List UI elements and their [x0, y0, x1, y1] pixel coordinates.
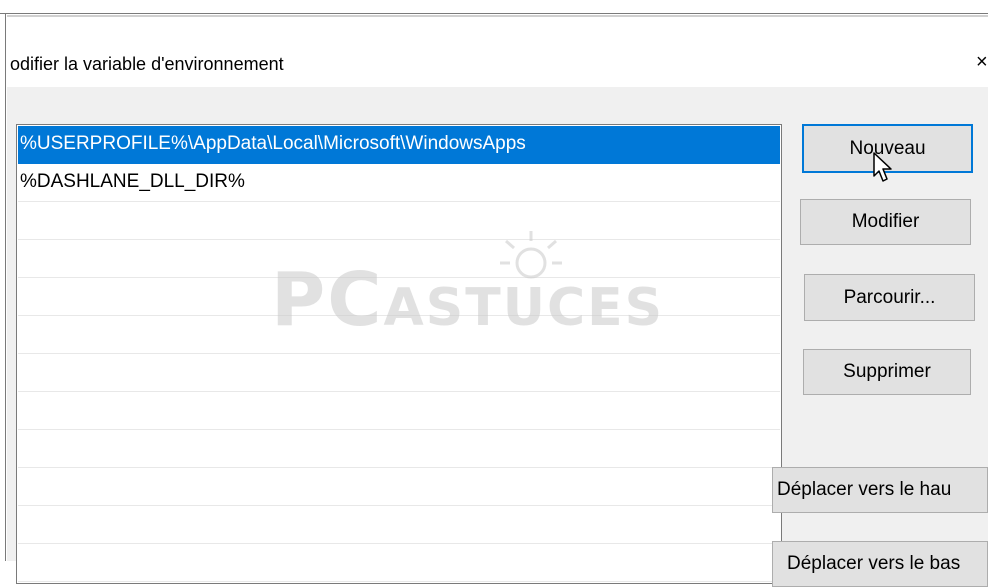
window-left-edge [0, 14, 6, 561]
edit-button[interactable]: Modifier [800, 199, 971, 245]
mouse-cursor-icon [873, 152, 892, 182]
list-item-empty[interactable] [18, 316, 780, 354]
list-item-empty[interactable] [18, 430, 780, 468]
title-bar-accent [7, 15, 988, 17]
move-down-button[interactable]: Déplacer vers le bas [772, 541, 988, 587]
move-up-button[interactable]: Déplacer vers le hau [772, 467, 988, 513]
list-item-empty[interactable] [18, 240, 780, 278]
list-item-empty[interactable] [18, 278, 780, 316]
list-item-label: %USERPROFILE%\AppData\Local\Microsoft\Wi… [20, 133, 526, 154]
list-item-empty[interactable] [18, 354, 780, 392]
list-item-label: %DASHLANE_DLL_DIR% [20, 171, 245, 192]
list-item-empty[interactable] [18, 392, 780, 430]
window-top-edge [0, 0, 988, 14]
list-item[interactable]: %USERPROFILE%\AppData\Local\Microsoft\Wi… [18, 126, 780, 164]
close-icon[interactable]: × [976, 51, 988, 74]
list-item-empty[interactable] [18, 544, 780, 582]
list-item[interactable]: %DASHLANE_DLL_DIR% [18, 164, 780, 202]
path-list[interactable]: %USERPROFILE%\AppData\Local\Microsoft\Wi… [16, 124, 782, 584]
browse-button[interactable]: Parcourir... [804, 274, 975, 321]
list-item-empty[interactable] [18, 202, 780, 240]
list-item-empty[interactable] [18, 468, 780, 506]
dialog-content: %USERPROFILE%\AppData\Local\Microsoft\Wi… [7, 87, 988, 587]
delete-button[interactable]: Supprimer [803, 349, 971, 395]
list-item-empty[interactable] [18, 506, 780, 544]
dialog-title-bar: odifier la variable d'environnement × [7, 15, 988, 87]
dialog-title: odifier la variable d'environnement [10, 54, 284, 74]
